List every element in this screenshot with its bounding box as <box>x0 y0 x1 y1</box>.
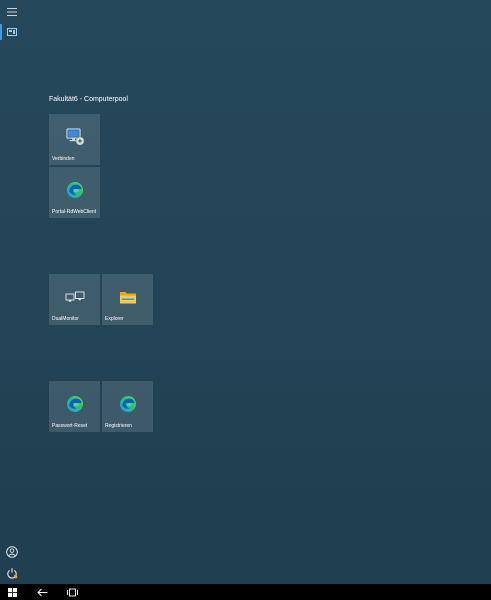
tile-label: Passwort-Reset <box>52 423 88 429</box>
windows-start-icon[interactable] <box>1 584 23 600</box>
tile-group-title[interactable]: Fakultät6 - Computerpool <box>49 96 128 103</box>
tile-registrieren[interactable]: Registrieren <box>102 381 153 432</box>
edge-icon <box>65 180 85 200</box>
remote-desktop-icon <box>65 127 85 147</box>
power-icon[interactable] <box>0 563 24 583</box>
tile-portal-rdwebclient[interactable]: Portal-RdWebClient <box>49 167 100 218</box>
tile-label: Explorer <box>105 316 124 322</box>
tile-passwort-reset[interactable]: Passwort-Reset <box>49 381 100 432</box>
user-account-icon[interactable] <box>0 542 24 562</box>
tile-label: Verbinden <box>52 156 75 162</box>
tile-label: Registrieren <box>105 423 132 429</box>
dual-monitor-icon <box>65 287 85 307</box>
taskbar <box>0 584 491 600</box>
tile-label: Portal-RdWebClient <box>52 209 97 215</box>
tile-explorer[interactable]: Explorer <box>102 274 153 325</box>
tile-dualmonitor[interactable]: DualMonitor <box>49 274 100 325</box>
edge-icon <box>118 394 138 414</box>
task-view-icon[interactable] <box>61 584 83 600</box>
folder-icon <box>118 287 138 307</box>
start-rail <box>0 0 24 584</box>
hamburger-menu-icon[interactable] <box>0 2 24 22</box>
tile-label: DualMonitor <box>52 316 79 322</box>
pinned-tiles-icon[interactable] <box>0 22 24 42</box>
back-arrow-icon[interactable] <box>31 584 53 600</box>
edge-icon <box>65 394 85 414</box>
tile-verbinden[interactable]: Verbinden <box>49 114 100 165</box>
